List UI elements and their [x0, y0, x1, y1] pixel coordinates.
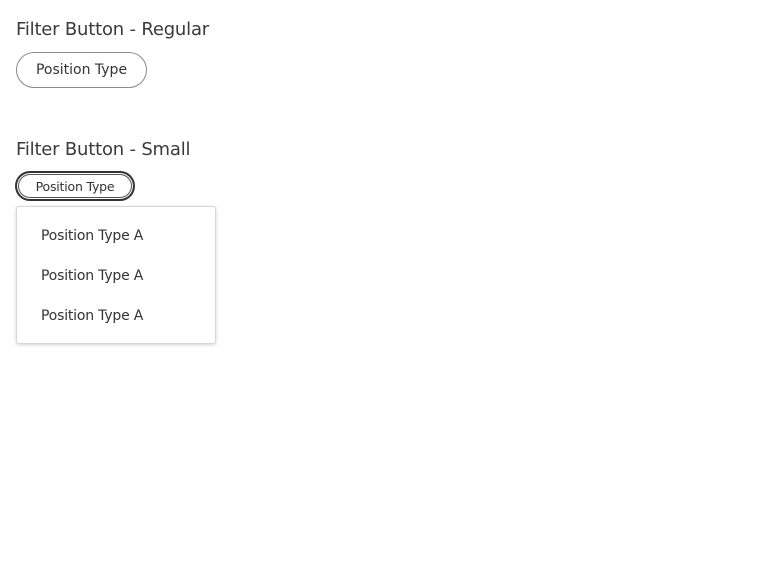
filter-dropdown-menu: Position Type A Position Type A Position… [16, 206, 216, 344]
dropdown-item-position-type-a[interactable]: Position Type A [17, 216, 215, 256]
filter-button-small-label: Position Type [35, 178, 115, 194]
filter-button-regular[interactable]: Position Type [16, 52, 147, 88]
dropdown-item-position-type-a[interactable]: Position Type A [17, 256, 215, 296]
section-title-regular: Filter Button - Regular [16, 19, 209, 40]
section-title-small: Filter Button - Small [16, 139, 191, 160]
filter-button-regular-label: Position Type [35, 62, 128, 78]
filter-button-small[interactable]: Position Type [15, 171, 135, 201]
dropdown-item-position-type-a[interactable]: Position Type A [17, 296, 215, 336]
